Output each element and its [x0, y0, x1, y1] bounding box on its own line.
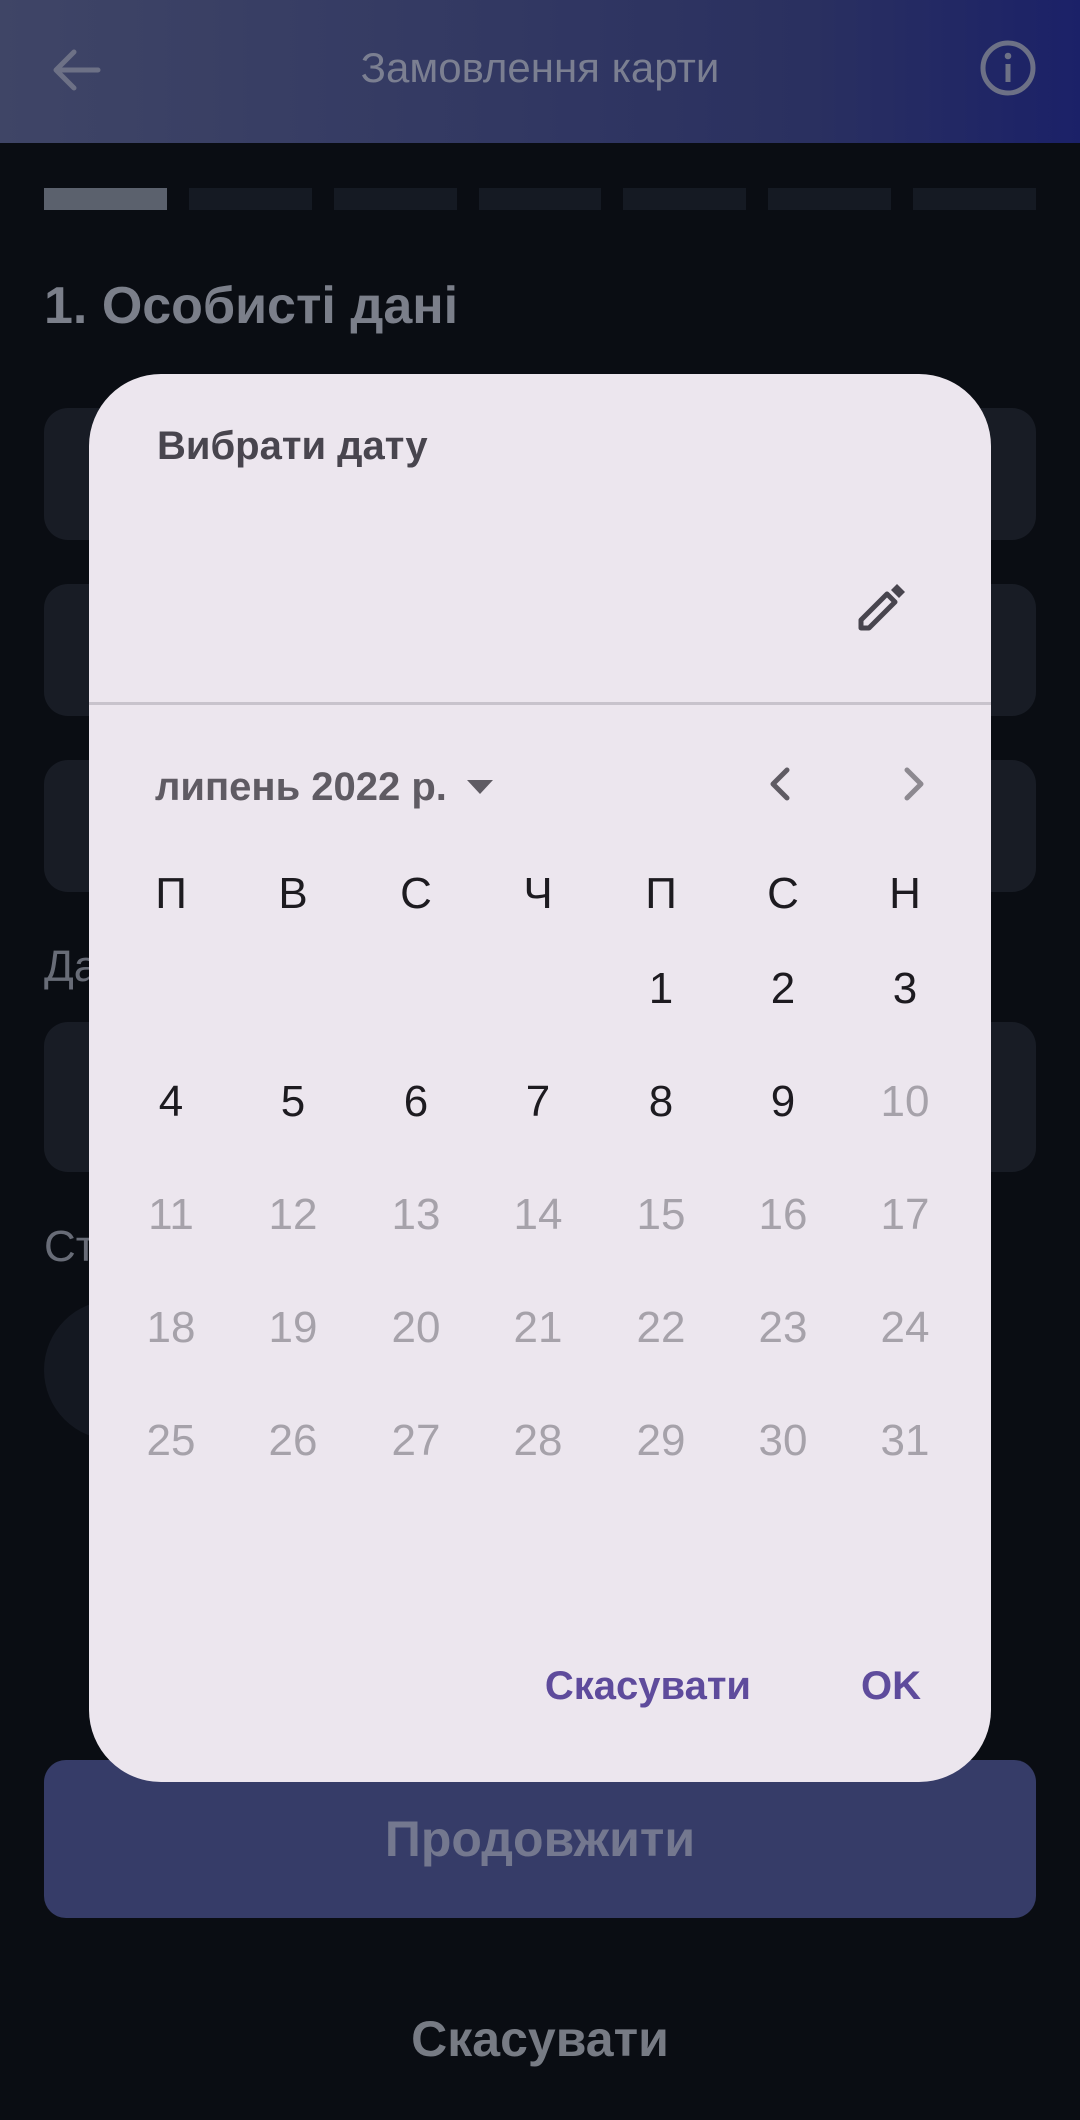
dialog-actions: Скасувати OK — [545, 1664, 921, 1709]
step-segment — [768, 188, 892, 210]
calendar-day: 22 — [636, 1303, 686, 1352]
calendar-day[interactable]: 3 — [855, 939, 955, 1039]
calendar-day: 30 — [758, 1416, 808, 1465]
month-year-label: липень 2022 р. — [155, 764, 447, 809]
continue-button[interactable]: Продовжити — [44, 1760, 1036, 1918]
calendar-day: 19 — [268, 1303, 318, 1352]
info-icon[interactable] — [978, 38, 1038, 98]
app-bar: Замовлення карти — [0, 0, 1080, 143]
calendar-day[interactable]: 7 — [488, 1052, 588, 1152]
chevron-right-icon[interactable] — [883, 754, 943, 814]
month-year-selector[interactable]: липень 2022 р. — [155, 754, 493, 820]
calendar-day: 31 — [880, 1416, 930, 1465]
weekday-label: Н — [889, 869, 921, 918]
calendar-day: 25 — [146, 1416, 196, 1465]
dialog-headline: Вибрати дату — [157, 424, 428, 468]
calendar-day: 15 — [636, 1190, 686, 1239]
step-segment — [188, 188, 312, 210]
calendar-day: 10 — [880, 1077, 930, 1126]
calendar-day[interactable]: 9 — [733, 1052, 833, 1152]
weekday-label: П — [155, 869, 187, 918]
page-title: Замовлення карти — [360, 44, 720, 91]
step-progress — [44, 188, 1037, 210]
weekday-label: С — [767, 869, 799, 918]
weekday-label: С — [400, 869, 432, 918]
calendar-day[interactable]: 2 — [733, 939, 833, 1039]
calendar-day: 20 — [391, 1303, 441, 1352]
calendar-day: 11 — [148, 1190, 194, 1239]
calendar-day: 29 — [636, 1416, 686, 1465]
calendar-day: 18 — [146, 1303, 196, 1352]
weekday-label: П — [645, 869, 677, 918]
cancel-link[interactable]: Скасувати — [0, 2010, 1080, 2068]
calendar-day: 24 — [880, 1303, 930, 1352]
step-segment — [333, 188, 457, 210]
step-segment-active — [44, 188, 167, 210]
calendar-day: 17 — [880, 1190, 930, 1239]
step-segment — [478, 188, 602, 210]
calendar-day[interactable]: 8 — [611, 1052, 711, 1152]
calendar-day: 14 — [513, 1190, 563, 1239]
calendar-day: 21 — [513, 1303, 563, 1352]
calendar-day[interactable]: 1 — [611, 939, 711, 1039]
calendar-day: 28 — [513, 1416, 563, 1465]
calendar-day: 13 — [391, 1190, 441, 1239]
step-segment — [913, 188, 1037, 210]
divider — [89, 702, 991, 705]
calendar-day[interactable]: 6 — [366, 1052, 466, 1152]
calendar-day: 16 — [758, 1190, 808, 1239]
calendar-day[interactable]: 4 — [121, 1052, 221, 1152]
calendar-day: 27 — [391, 1416, 441, 1465]
calendar-day[interactable]: 5 — [243, 1052, 343, 1152]
calendar-day: 26 — [268, 1416, 318, 1465]
weekday-label: Ч — [523, 869, 553, 918]
dialog-ok-button[interactable]: OK — [861, 1664, 921, 1709]
chevron-left-icon[interactable] — [751, 754, 811, 814]
section-title: 1. Особисті дані — [44, 277, 459, 335]
caret-down-icon — [466, 780, 493, 794]
weekday-label: В — [278, 869, 308, 918]
pencil-icon[interactable] — [851, 574, 915, 638]
calendar-day: 23 — [758, 1303, 808, 1352]
weekday-header: ПВСЧПСН — [89, 869, 991, 929]
date-picker-dialog: Вибрати дату липень 2022 р. ПВСЧПСН 1234… — [89, 374, 991, 1782]
dialog-cancel-button[interactable]: Скасувати — [545, 1664, 751, 1709]
step-segment — [623, 188, 747, 210]
calendar-day: 12 — [268, 1190, 318, 1239]
